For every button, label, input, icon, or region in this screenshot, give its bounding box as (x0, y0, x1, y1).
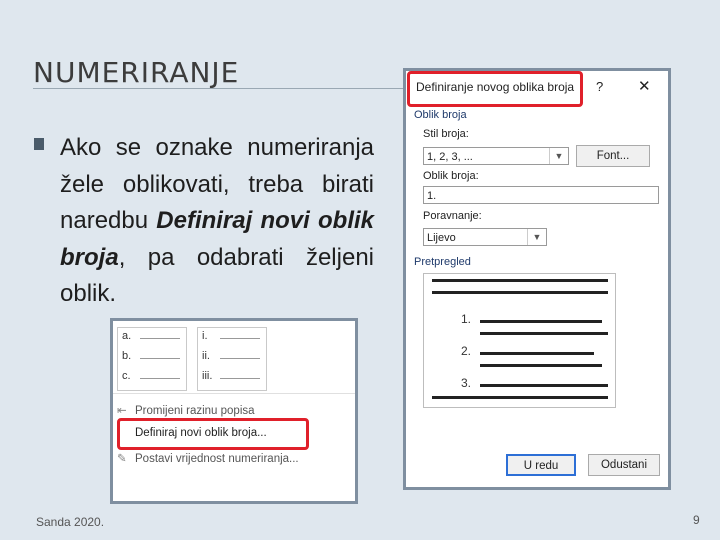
alignment-label: Poravnanje: (423, 210, 482, 222)
alignment-value: Lijevo (427, 232, 456, 244)
numbering-menu-screenshot: a. b. c. i. ii. iii. ⇤ Promijeni razinu p… (110, 318, 358, 504)
preview-line (432, 279, 608, 282)
set-numbering-value-item[interactable]: ✎ Postavi vrijednost numeriranja... (117, 451, 299, 465)
list-line (140, 378, 180, 379)
title-underline (33, 88, 403, 89)
preview-section-label: Pretpregled (414, 256, 471, 268)
chevron-down-icon: ▼ (527, 229, 546, 245)
bullet-text: Ako se oznake numeriranja žele oblikovat… (60, 130, 374, 313)
pencil-icon: ✎ (117, 453, 127, 465)
number-format-section-label: Oblik broja (414, 109, 467, 121)
highlight-dialog-title (407, 71, 583, 107)
cancel-button[interactable]: Odustani (588, 454, 660, 476)
define-number-format-dialog: Definiranje novog oblika broja ? ✕ Oblik… (403, 68, 671, 490)
list-marker: b. (122, 350, 132, 362)
preview-line (480, 320, 602, 323)
close-icon[interactable]: ✕ (638, 77, 651, 95)
list-marker: c. (122, 370, 131, 382)
preview-number: 3. (461, 376, 472, 390)
number-style-value: 1, 2, 3, ... (427, 151, 473, 163)
number-format-input[interactable]: 1. (423, 186, 659, 204)
list-line (140, 358, 180, 359)
number-style-select[interactable]: 1, 2, 3, ... ▼ (423, 147, 569, 165)
slide-number: 9 (693, 513, 700, 527)
number-format-label: Oblik broja: (423, 170, 479, 182)
preview-line (432, 291, 608, 294)
list-line (220, 338, 260, 339)
list-marker: a. (122, 330, 132, 342)
chevron-down-icon: ▼ (549, 148, 568, 164)
list-line (220, 378, 260, 379)
list-marker: i. (202, 330, 208, 342)
list-line (140, 338, 180, 339)
number-format-value: 1. (427, 190, 437, 202)
menu-divider (113, 393, 355, 394)
number-style-label: Stil broja: (423, 128, 469, 140)
numbering-style-letters[interactable]: a. b. c. (117, 327, 187, 391)
preview-line (480, 352, 594, 355)
list-marker: ii. (202, 350, 210, 362)
footer-author: Sanda 2020. (36, 515, 105, 529)
preview-line (432, 396, 608, 399)
numbering-style-roman[interactable]: i. ii. iii. (197, 327, 267, 391)
font-button[interactable]: Font... (576, 145, 650, 167)
list-marker: iii. (202, 370, 213, 382)
menu-item-label: Postavi vrijednost numeriranja... (135, 453, 299, 465)
ok-button[interactable]: U redu (506, 454, 576, 476)
preview-number: 2. (461, 344, 472, 358)
preview-number: 1. (461, 312, 472, 326)
preview-line (480, 384, 608, 387)
help-icon[interactable]: ? (596, 79, 603, 94)
list-line (220, 358, 260, 359)
bullet-marker (34, 138, 44, 150)
slide-title: NUMERIRANJE (33, 56, 240, 89)
change-list-level-item[interactable]: ⇤ Promijeni razinu popisa (117, 403, 255, 417)
alignment-select[interactable]: Lijevo ▼ (423, 228, 547, 246)
menu-item-label: Promijeni razinu popisa (135, 405, 255, 417)
preview-pane: 1. 2. 3. (423, 273, 616, 408)
highlight-define-item (117, 418, 309, 450)
preview-line (480, 364, 602, 367)
indent-icon: ⇤ (117, 405, 127, 417)
preview-line (480, 332, 608, 335)
